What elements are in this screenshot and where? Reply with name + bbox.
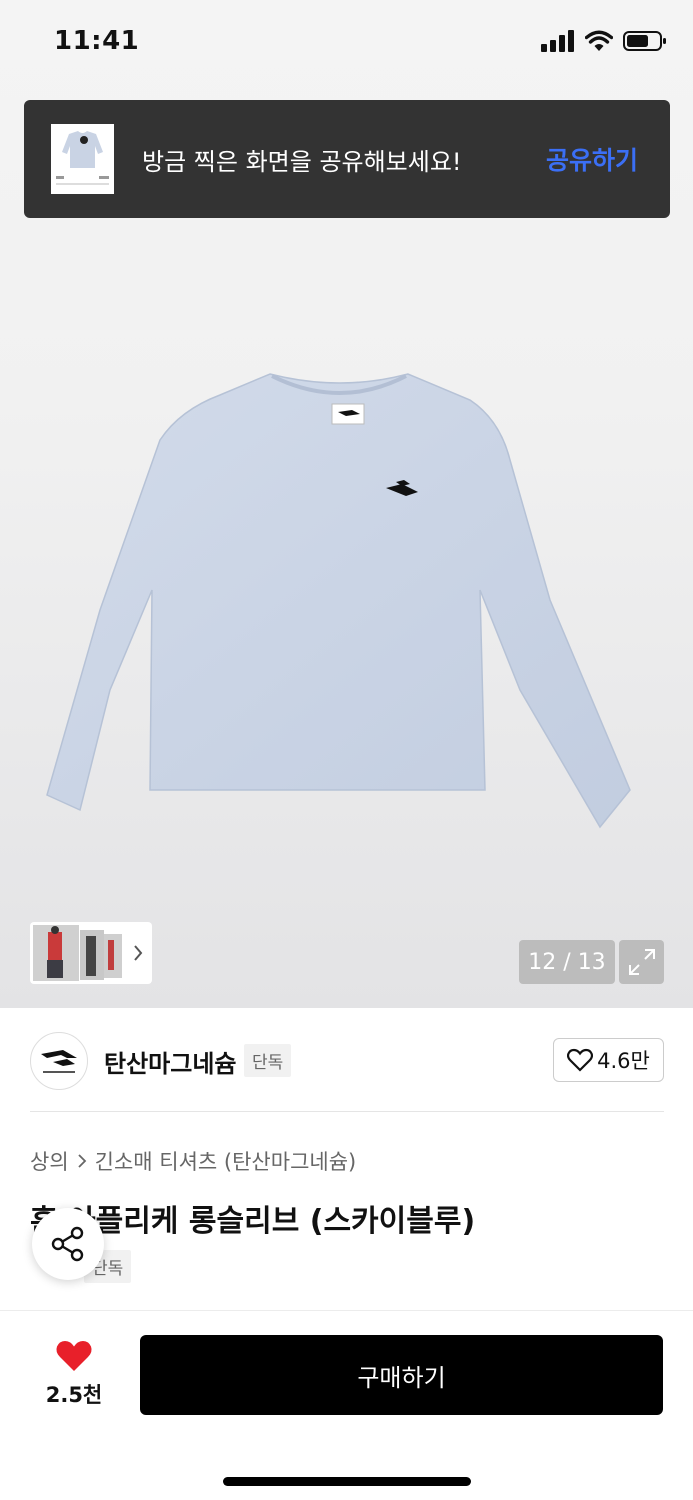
breadcrumb: 상의 긴소매 티셔츠 (탄산마그네슘) bbox=[30, 1146, 356, 1176]
chevron-right-icon bbox=[78, 1154, 86, 1168]
expand-gallery-button[interactable] bbox=[619, 940, 664, 984]
share-floating-button[interactable] bbox=[32, 1208, 104, 1280]
brand-like-count: 4.6만 bbox=[597, 1049, 650, 1073]
home-indicator bbox=[223, 1477, 471, 1486]
product-photo[interactable] bbox=[40, 370, 640, 840]
cellular-signal-icon bbox=[541, 30, 574, 52]
bottom-purchase-bar: 2.5천 구매하기 bbox=[0, 1310, 693, 1500]
battery-icon bbox=[623, 31, 666, 51]
screenshot-share-toast: 방금 찍은 화면을 공유해보세요! 공유하기 bbox=[24, 100, 670, 218]
status-icons bbox=[541, 30, 667, 52]
expand-icon bbox=[628, 949, 655, 975]
brand-like-button[interactable]: 4.6만 bbox=[553, 1038, 664, 1082]
brand-row[interactable]: 탄산마그네슘 단독 4.6만 bbox=[30, 1030, 664, 1090]
gallery-page-counter: 12 / 13 bbox=[519, 940, 615, 984]
status-bar: 11:41 bbox=[0, 0, 693, 86]
wifi-icon bbox=[585, 30, 613, 51]
wishlist-count: 2.5천 bbox=[45, 1383, 103, 1407]
heart-outline-icon bbox=[567, 1048, 594, 1072]
screenshot-thumbnail[interactable] bbox=[51, 124, 114, 194]
wishlist-button[interactable]: 2.5천 bbox=[38, 1339, 110, 1409]
breadcrumb-category[interactable]: 상의 bbox=[30, 1146, 69, 1176]
toast-message: 방금 찍은 화면을 공유해보세요! bbox=[142, 148, 462, 176]
breadcrumb-subcategory[interactable]: 긴소매 티셔츠 (탄산마그네슘) bbox=[95, 1146, 357, 1176]
brand-logo-mark bbox=[41, 1050, 77, 1073]
buy-button[interactable]: 구매하기 bbox=[140, 1335, 663, 1415]
status-time: 11:41 bbox=[54, 26, 140, 56]
brand-name[interactable]: 탄산마그네슘 bbox=[104, 1044, 236, 1079]
divider bbox=[30, 1111, 664, 1112]
share-icon bbox=[51, 1226, 84, 1262]
brand-logo[interactable] bbox=[30, 1032, 88, 1090]
toast-share-button[interactable]: 공유하기 bbox=[546, 141, 638, 177]
related-photos-strip[interactable] bbox=[30, 922, 152, 984]
heart-filled-icon bbox=[56, 1341, 92, 1371]
exclusive-badge: 단독 bbox=[244, 1044, 292, 1077]
